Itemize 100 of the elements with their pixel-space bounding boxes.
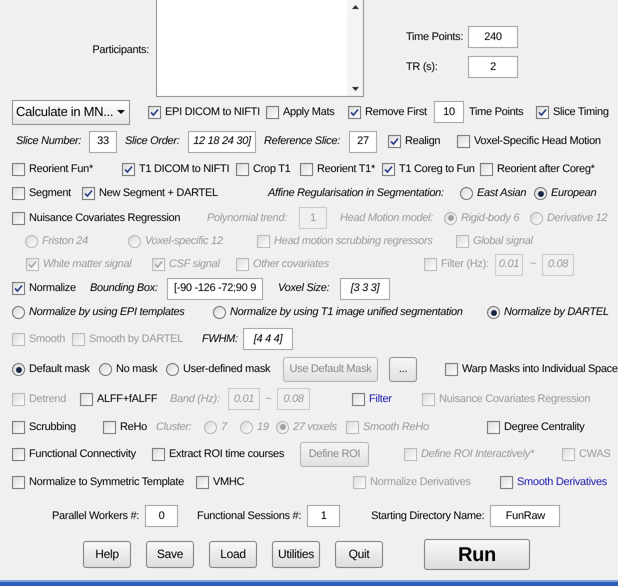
checkbox[interactable] bbox=[500, 476, 513, 488]
checkbox-label: Reorient after Coreg* bbox=[497, 162, 595, 177]
checkbox-label: T1 DICOM to NIFTI bbox=[139, 162, 230, 177]
checkbox-label: Head motion scrubbing regressors bbox=[274, 234, 433, 250]
radio-label: 27 voxels bbox=[293, 420, 337, 435]
checkbox[interactable] bbox=[348, 106, 361, 118]
field-label: Slice Order: bbox=[125, 134, 180, 150]
checkbox-label: Define ROI Interactively* bbox=[421, 447, 534, 462]
checkbox-label: Global signal bbox=[473, 234, 533, 250]
radio-button[interactable] bbox=[99, 363, 112, 376]
checkbox[interactable] bbox=[12, 212, 25, 224]
scroll-down-icon[interactable] bbox=[352, 87, 358, 91]
checkbox[interactable] bbox=[122, 162, 135, 176]
checkbox[interactable] bbox=[352, 392, 365, 406]
field-label: Reference Slice: bbox=[264, 134, 340, 150]
field-label: Starting Directory Name: bbox=[371, 508, 484, 524]
checkbox-label: Smooth by DARTEL bbox=[89, 332, 184, 347]
checkbox-label: Segment bbox=[29, 186, 71, 202]
checkbox[interactable] bbox=[196, 476, 209, 488]
checkbox[interactable] bbox=[80, 392, 93, 406]
checkbox-label: Degree Centrality bbox=[504, 420, 584, 435]
checkbox[interactable] bbox=[388, 135, 401, 148]
input-field[interactable]: 240 bbox=[468, 26, 518, 48]
button[interactable]: ... bbox=[389, 357, 417, 382]
input-field[interactable]: [4 4 4] bbox=[243, 328, 293, 350]
checkbox-label: Normalize Derivatives bbox=[370, 474, 471, 490]
input-field[interactable]: FunRaw bbox=[490, 505, 560, 527]
radio-button[interactable] bbox=[487, 306, 500, 319]
checkbox[interactable] bbox=[487, 420, 500, 434]
checkbox[interactable] bbox=[300, 162, 313, 176]
field-label: Time Points: bbox=[406, 30, 464, 45]
radio-label: Normalize by using EPI templates bbox=[29, 305, 184, 320]
button[interactable]: Save bbox=[146, 540, 194, 568]
checkbox-label: Other covariates bbox=[253, 257, 329, 272]
button[interactable]: Quit bbox=[335, 540, 383, 568]
checkbox-label: Normalize bbox=[29, 281, 76, 296]
checkbox[interactable] bbox=[82, 187, 95, 200]
radio-label: Default mask bbox=[29, 362, 90, 378]
radio-button[interactable] bbox=[12, 306, 25, 319]
radio-label: Friston 24 bbox=[42, 234, 88, 250]
field-label: FWHM: bbox=[202, 332, 238, 347]
checkbox-label: Nuisance Covariates Regression bbox=[439, 392, 590, 407]
input-field[interactable]: 0 bbox=[145, 505, 178, 527]
field-label: Time Points bbox=[469, 104, 524, 120]
checkbox-label: Extract ROI time courses bbox=[169, 447, 284, 462]
input-field[interactable]: 10 bbox=[434, 101, 464, 123]
checkbox[interactable] bbox=[536, 106, 549, 118]
checkbox[interactable] bbox=[12, 420, 25, 434]
caret-icon bbox=[117, 110, 125, 114]
checkbox[interactable] bbox=[266, 106, 279, 118]
checkbox-label: Detrend bbox=[29, 392, 66, 407]
checkbox[interactable] bbox=[12, 476, 25, 488]
participants-label: Participants: bbox=[92, 42, 149, 58]
checkbox[interactable] bbox=[12, 187, 25, 200]
input-field[interactable]: 1 bbox=[307, 505, 340, 527]
run-button[interactable]: Run bbox=[424, 538, 530, 570]
checkbox[interactable] bbox=[480, 162, 493, 176]
checkbox-label: T1 Coreg to Fun bbox=[399, 162, 475, 177]
checkbox[interactable] bbox=[12, 448, 25, 461]
checkbox-label: Reorient T1* bbox=[317, 162, 375, 177]
checkbox-label: Apply Mats bbox=[283, 104, 334, 120]
dropdown-value: Calculate in MN... bbox=[16, 103, 114, 122]
scrollbar[interactable] bbox=[347, 0, 363, 96]
checkbox-label: Voxel-Specific Head Motion bbox=[474, 134, 601, 150]
checkbox[interactable] bbox=[236, 162, 249, 176]
checkbox[interactable] bbox=[152, 448, 165, 461]
field-label: ~ bbox=[265, 392, 272, 407]
checkbox-label: Crop T1 bbox=[253, 162, 290, 177]
checkbox[interactable] bbox=[445, 363, 458, 376]
input-field[interactable]: [-90 -126 -72;90 9 bbox=[167, 278, 263, 300]
scroll-up-icon[interactable] bbox=[352, 5, 358, 9]
checkbox[interactable] bbox=[12, 162, 25, 176]
field-label: Bounding Box: bbox=[90, 281, 158, 296]
input-field[interactable]: 33 bbox=[89, 130, 117, 152]
field-label: Polynomial trend: bbox=[207, 210, 287, 226]
radio-button[interactable] bbox=[460, 187, 473, 200]
dropdown[interactable]: Calculate in MN... bbox=[12, 100, 130, 124]
checkbox[interactable] bbox=[103, 420, 116, 434]
checkbox[interactable] bbox=[382, 162, 395, 176]
radio-button[interactable] bbox=[166, 363, 179, 376]
button[interactable]: Help bbox=[83, 540, 131, 568]
radio-button[interactable] bbox=[534, 187, 547, 200]
checkbox[interactable] bbox=[457, 135, 470, 148]
checkbox-label: Warp Masks into Individual Space bbox=[462, 362, 618, 378]
checkbox[interactable] bbox=[12, 282, 25, 295]
radio-button[interactable] bbox=[213, 306, 226, 319]
checkbox-label: VMHC bbox=[213, 474, 244, 490]
button[interactable]: Load bbox=[209, 540, 257, 568]
radio-label: User-defined mask bbox=[183, 362, 270, 378]
checkbox-label: Slice Timing bbox=[553, 104, 609, 120]
button[interactable]: Utilities bbox=[272, 540, 320, 568]
input-field[interactable]: 12 18 24 30] bbox=[188, 130, 256, 152]
radio-label: No mask bbox=[116, 362, 158, 378]
input-field[interactable]: [3 3 3] bbox=[340, 278, 390, 300]
checkbox[interactable] bbox=[148, 106, 161, 118]
input-field[interactable]: 2 bbox=[468, 56, 518, 78]
radio-button[interactable] bbox=[12, 363, 25, 376]
checkbox-label: Smooth Derivatives bbox=[517, 474, 607, 490]
field-label: Head Motion model: bbox=[340, 210, 434, 226]
input-field[interactable]: 27 bbox=[349, 130, 377, 152]
